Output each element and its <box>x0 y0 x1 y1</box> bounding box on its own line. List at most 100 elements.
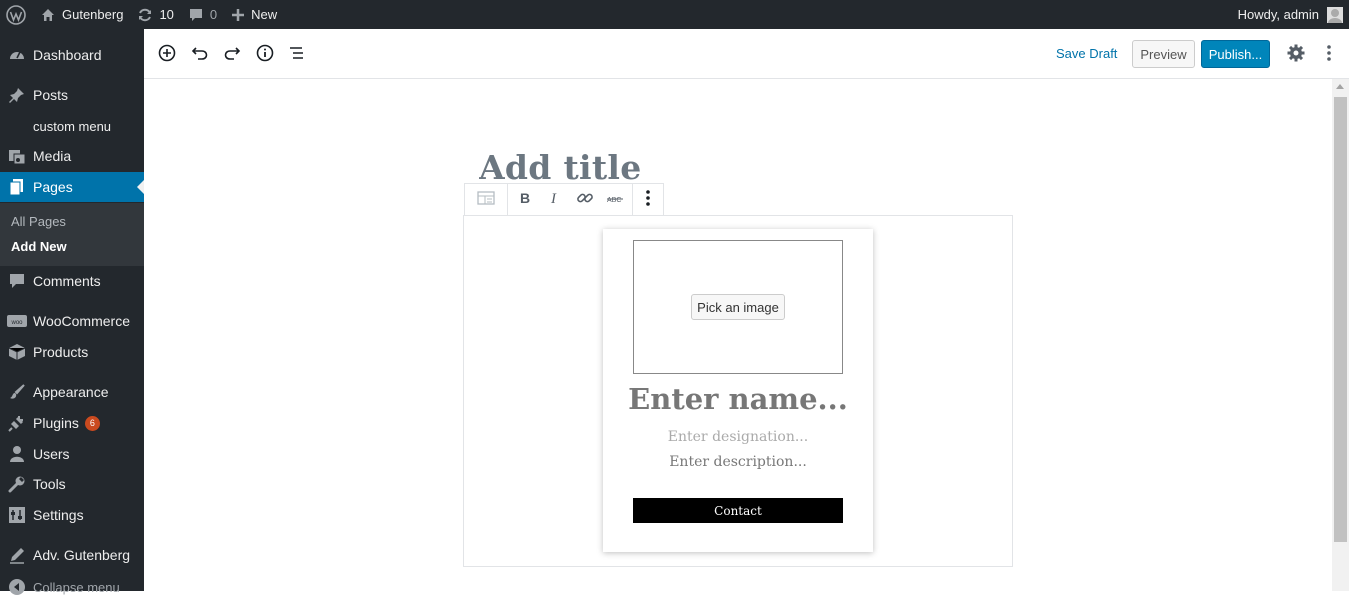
sidebar-item-label: Products <box>33 344 89 360</box>
italic-icon: I <box>549 191 561 208</box>
sidebar-item-dashboard[interactable]: Dashboard <box>0 40 144 70</box>
editor-scrollbar[interactable] <box>1332 79 1349 591</box>
link-button[interactable] <box>570 184 600 215</box>
sidebar-item-pages[interactable]: Pages <box>0 172 144 202</box>
plugins-update-badge: 6 <box>84 415 100 431</box>
settings-toggle-button[interactable] <box>1284 42 1308 66</box>
sidebar-item-comments[interactable]: Comments <box>0 266 144 296</box>
svg-text:woo: woo <box>10 320 23 326</box>
wrench-icon <box>7 474 27 494</box>
avatar[interactable] <box>1327 6 1343 23</box>
pin-icon <box>7 85 27 105</box>
sidebar-item-label: Settings <box>33 507 84 523</box>
wordpress-logo-icon[interactable] <box>0 0 33 29</box>
sidebar-item-products[interactable]: Products <box>0 337 144 367</box>
sidebar-item-settings[interactable]: Settings <box>0 500 144 530</box>
editor-header: Save Draft Preview Publish... <box>144 29 1349 79</box>
sidebar-item-posts[interactable]: Posts <box>0 80 144 110</box>
preview-button[interactable]: Preview <box>1132 40 1195 68</box>
strikethrough-icon: ABC <box>607 192 623 207</box>
sidebar-item-label: Users <box>33 446 70 462</box>
bold-button[interactable]: B <box>510 184 540 215</box>
sidebar-item-woocommerce[interactable]: woo WooCommerce <box>0 306 144 336</box>
plug-icon <box>7 413 27 433</box>
comment-bubble-icon <box>188 7 204 23</box>
designation-input[interactable]: Enter designation... <box>603 429 873 445</box>
sidebar-item-label: WooCommerce <box>33 313 130 329</box>
dashboard-icon <box>7 45 27 65</box>
link-icon <box>576 189 594 210</box>
block-type-switcher[interactable] <box>465 184 508 215</box>
post-title-input[interactable]: Add title <box>479 148 642 184</box>
sidebar-item-appearance[interactable]: Appearance <box>0 377 144 407</box>
woo-icon: woo <box>7 311 27 331</box>
bold-icon: B <box>519 190 531 208</box>
updates-link[interactable]: 10 <box>130 0 180 29</box>
home-icon <box>40 7 56 23</box>
profile-card-block[interactable]: Pick an image Enter name... Enter design… <box>603 229 873 552</box>
sidebar-item-adv-gutenberg[interactable]: Adv. Gutenberg <box>0 540 144 570</box>
collapse-icon <box>7 577 27 597</box>
undo-button[interactable] <box>188 42 212 66</box>
block-navigation-button[interactable] <box>285 42 309 66</box>
sidebar-item-tools[interactable]: Tools <box>0 469 144 499</box>
name-input[interactable]: Enter name... <box>603 382 873 416</box>
block-more-options-button[interactable] <box>633 184 663 215</box>
publish-button[interactable]: Publish... <box>1201 40 1270 68</box>
settings-icon <box>7 505 27 525</box>
pen-icon <box>7 545 27 565</box>
plus-circle-icon <box>158 44 176 65</box>
comments-link[interactable]: 0 <box>181 0 224 29</box>
more-menu-button[interactable] <box>1317 42 1341 66</box>
description-input[interactable]: Enter description... <box>603 454 873 470</box>
new-content-link[interactable]: New <box>224 0 284 29</box>
italic-button[interactable]: I <box>540 184 570 215</box>
sidebar-item-label: Plugins <box>33 415 79 431</box>
admin-sidebar: Dashboard Posts custom menu Media Pages … <box>0 29 144 595</box>
redo-button[interactable] <box>220 42 244 66</box>
user-icon <box>7 444 27 464</box>
submenu-add-new[interactable]: Add New <box>11 239 67 254</box>
sidebar-item-label: Comments <box>33 273 101 289</box>
brush-icon <box>7 382 27 402</box>
svg-text:I: I <box>550 191 557 205</box>
scroll-thumb[interactable] <box>1334 97 1347 542</box>
sidebar-item-label: Dashboard <box>33 47 102 63</box>
pick-image-button[interactable]: Pick an image <box>691 294 785 320</box>
sidebar-item-plugins[interactable]: Plugins 6 <box>0 408 144 438</box>
media-icon <box>7 146 27 166</box>
strikethrough-button[interactable]: ABC <box>600 184 630 215</box>
svg-text:B: B <box>520 191 530 205</box>
image-placeholder[interactable]: Pick an image <box>633 240 843 374</box>
comments-count: 0 <box>209 7 218 22</box>
refresh-icon <box>137 7 153 23</box>
submenu-all-pages[interactable]: All Pages <box>11 214 66 229</box>
sidebar-item-label: custom menu <box>33 118 112 134</box>
content-info-button[interactable] <box>253 42 277 66</box>
gear-icon <box>1286 43 1306 66</box>
sidebar-item-label: Appearance <box>33 384 109 400</box>
more-vertical-icon <box>1326 44 1332 65</box>
pages-submenu: All Pages Add New <box>0 203 144 266</box>
block-type-icon <box>477 190 495 209</box>
list-outline-icon <box>288 44 306 65</box>
scroll-up-arrow-icon[interactable] <box>1336 84 1344 89</box>
sidebar-item-custom-menu[interactable]: custom menu <box>0 111 144 141</box>
site-name: Gutenberg <box>62 7 124 22</box>
save-draft-button[interactable]: Save Draft <box>1056 46 1117 61</box>
add-block-button[interactable] <box>155 42 179 66</box>
svg-text:ABC: ABC <box>607 197 621 204</box>
admin-bar: Gutenberg 10 0 New Howdy, admin <box>0 0 1349 29</box>
contact-button[interactable]: Contact <box>633 498 843 523</box>
sidebar-item-label: Tools <box>33 476 66 492</box>
new-label: New <box>251 7 278 22</box>
collapse-menu-button[interactable]: Collapse menu <box>0 572 144 602</box>
block-toolbar: B I ABC <box>464 183 664 216</box>
box-icon <box>7 342 27 362</box>
site-name-link[interactable]: Gutenberg <box>33 0 130 29</box>
more-vertical-icon <box>645 189 651 210</box>
sidebar-item-label: Adv. Gutenberg <box>33 547 131 563</box>
sidebar-item-media[interactable]: Media <box>0 141 144 171</box>
howdy-user-link[interactable]: Howdy, admin <box>1238 7 1319 22</box>
sidebar-item-users[interactable]: Users <box>0 439 144 469</box>
